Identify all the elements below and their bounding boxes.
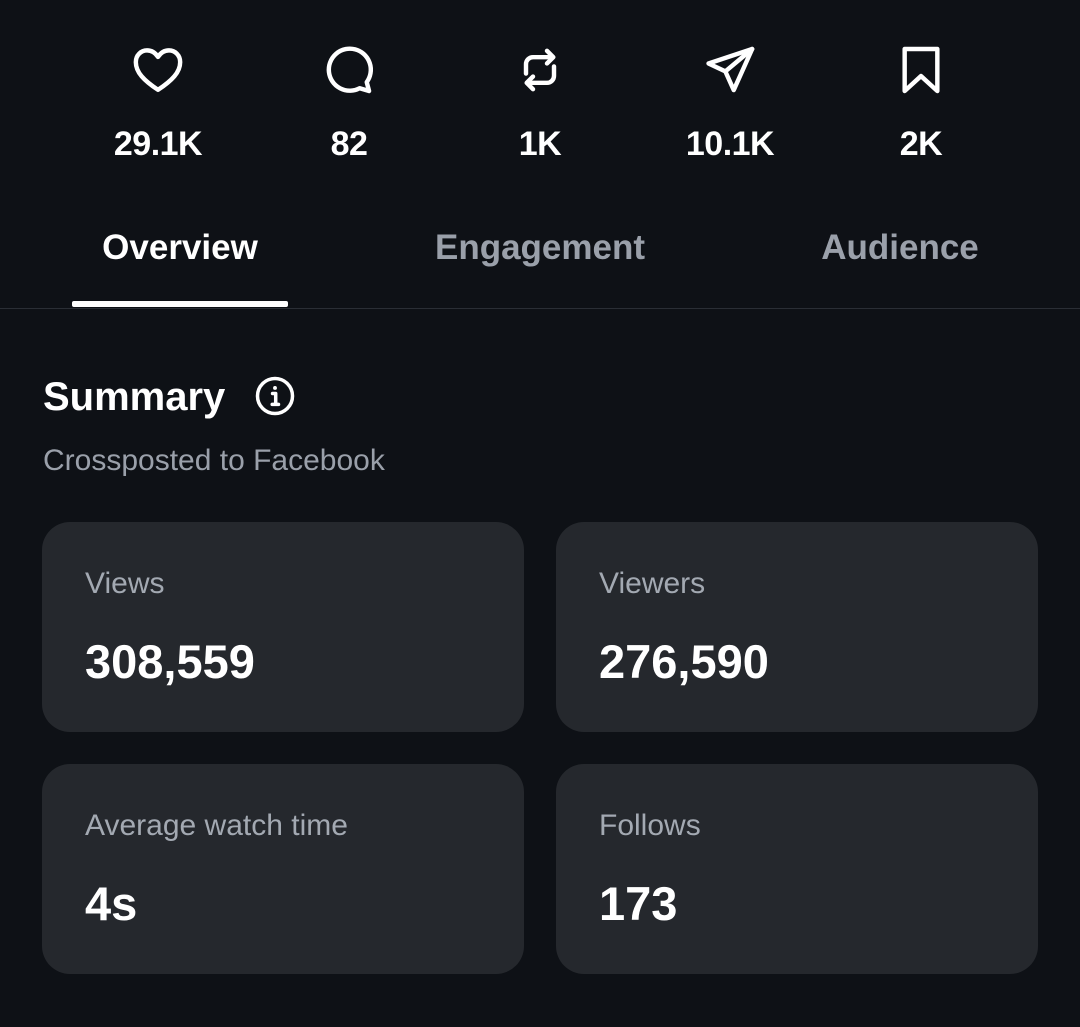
likes-stat[interactable]: 29.1K [78,42,238,164]
comments-stat[interactable]: 82 [269,42,429,164]
views-card: Views 308,559 [42,522,524,732]
average-watch-time-value: 4s [85,877,138,930]
average-watch-time-label: Average watch time [85,809,348,842]
saves-count: 2K [899,125,943,163]
tab-overview[interactable]: Overview [72,228,288,268]
views-label: Views [85,567,165,600]
shares-stat[interactable]: 10.1K [650,42,810,164]
saves-stat[interactable]: 2K [841,42,1001,164]
bookmark-icon[interactable] [893,42,949,98]
reposts-count: 1K [518,125,562,163]
views-value: 308,559 [85,635,255,688]
send-icon[interactable] [702,42,758,98]
viewers-label: Viewers [599,567,706,600]
average-watch-time-card: Average watch time 4s [42,764,524,974]
follows-value: 173 [599,877,678,930]
comment-icon[interactable] [321,42,377,98]
info-icon[interactable] [254,375,296,417]
likes-count: 29.1K [113,125,203,163]
active-tab-indicator [72,301,288,307]
follows-label: Follows [599,809,701,842]
reposts-stat[interactable]: 1K [460,42,620,164]
repost-icon[interactable] [512,42,568,98]
follows-card: Follows 173 [556,764,1038,974]
summary-title: Summary [43,375,226,419]
tab-engagement[interactable]: Engagement [400,228,680,268]
comments-count: 82 [330,125,368,163]
shares-count: 10.1K [685,125,775,163]
engagement-stats-row: 29.1K 82 1K 10.1K 2K [0,42,1080,172]
viewers-card: Viewers 276,590 [556,522,1038,732]
tab-bar: Overview Engagement Audience [0,208,1080,309]
viewers-value: 276,590 [599,635,769,688]
tab-audience[interactable]: Audience [780,228,1020,268]
heart-icon[interactable] [130,42,186,98]
crosspost-subtitle: Crossposted to Facebook [43,444,385,477]
